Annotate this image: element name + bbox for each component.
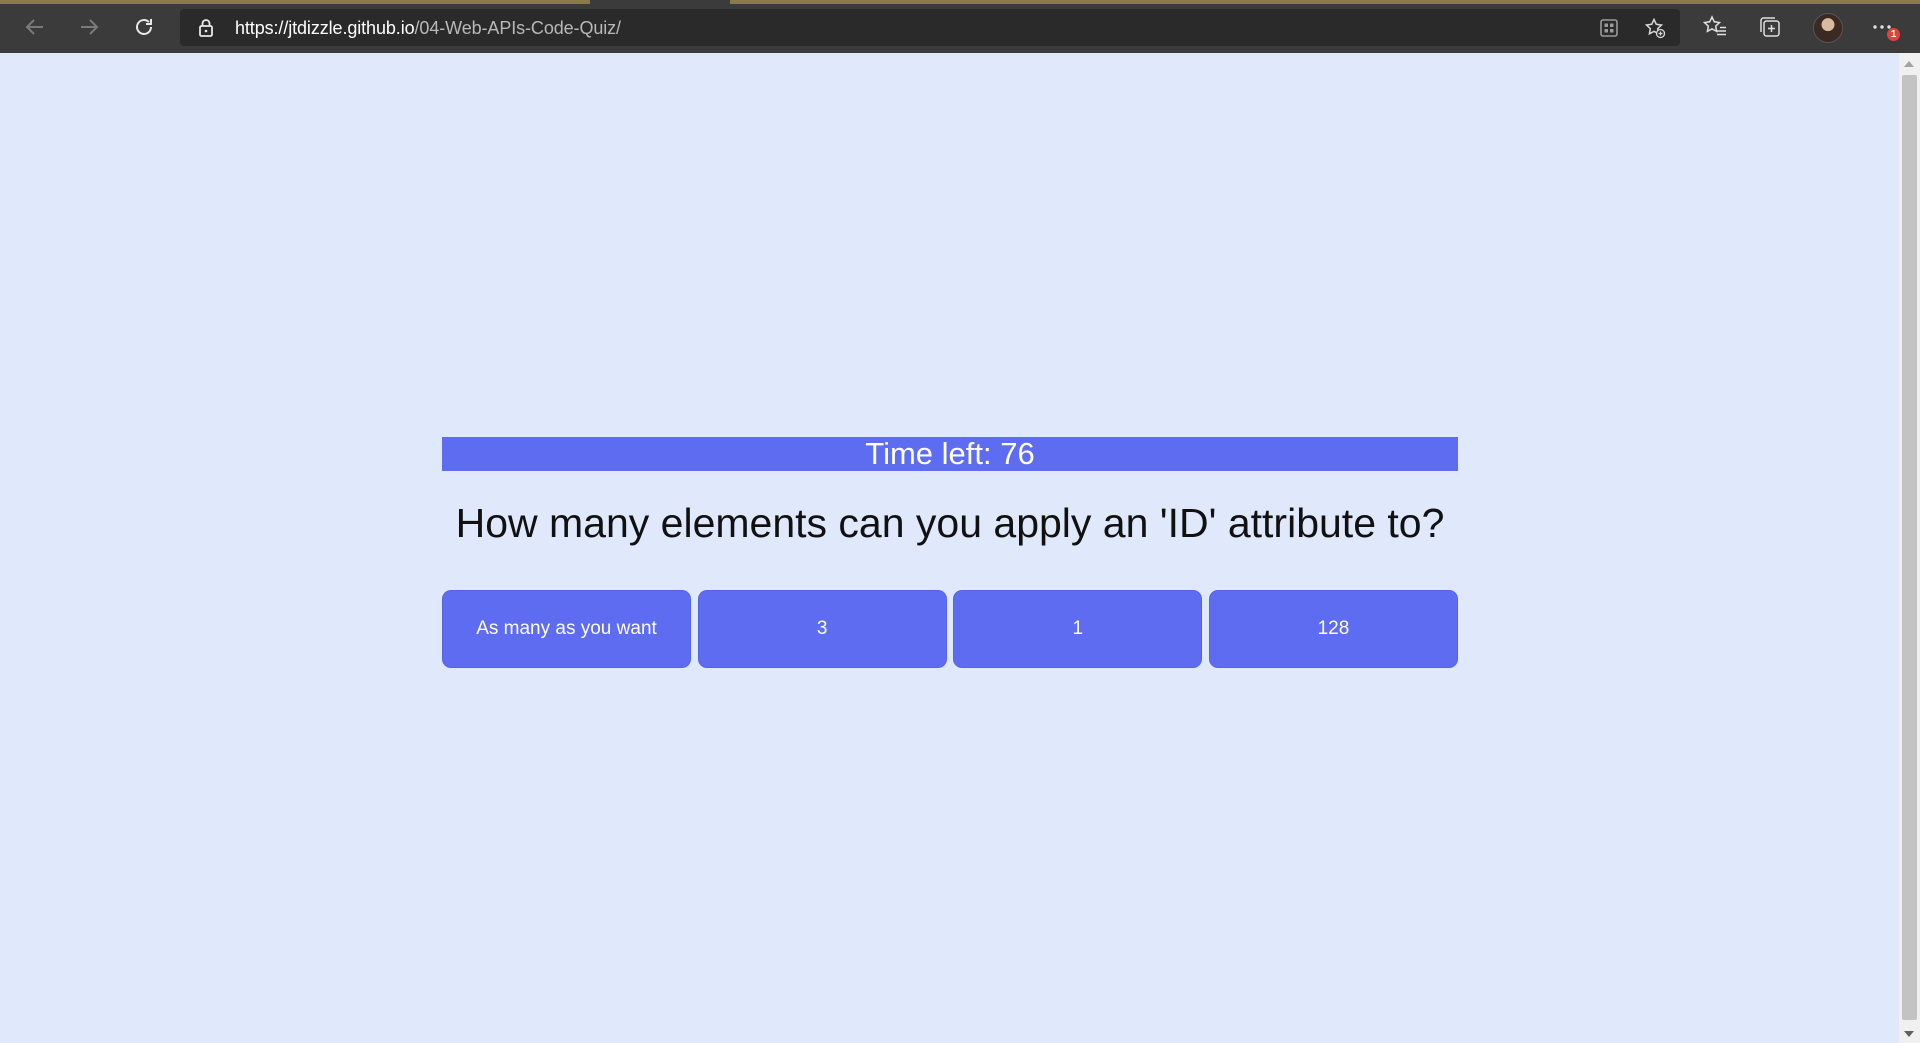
notification-badge: 1 [1887,28,1900,41]
question-text: How many elements can you apply an 'ID' … [455,500,1445,546]
scroll-thumb[interactable] [1902,75,1917,1020]
app-grid-icon[interactable] [1598,17,1620,39]
vertical-scrollbar[interactable] [1899,53,1920,1043]
arrow-left-icon [25,19,43,35]
answer-button[interactable]: 128 [1208,590,1458,668]
scroll-down-arrow-icon[interactable] [1904,1031,1914,1037]
tab-strip-edge [730,0,1920,4]
scroll-up-arrow-icon[interactable] [1904,61,1914,67]
page-content: Time left: 76 How many elements can you … [0,53,1899,1043]
lock-icon[interactable] [198,18,214,37]
quiz-container: Time left: 76 How many elements can you … [442,437,1458,668]
url-host: https://jtdizzle.github.io [235,18,415,38]
answer-list: As many as you want 3 1 128 [442,590,1458,668]
tab-strip-edge [0,0,590,4]
url-path: /04-Web-APIs-Code-Quiz/ [414,18,622,38]
address-bar[interactable]: https://jtdizzle.github.io/04-Web-APIs-C… [180,9,1680,46]
refresh-button[interactable] [127,10,161,44]
collections-icon[interactable] [1757,14,1783,40]
arrow-right-icon [81,19,99,35]
url-text[interactable]: https://jtdizzle.github.io/04-Web-APIs-C… [235,18,621,38]
answer-button[interactable]: As many as you want [442,590,691,668]
forward-button[interactable] [72,10,106,44]
star-add-icon[interactable] [1644,17,1666,39]
favorites-list-icon[interactable] [1702,14,1728,40]
browser-toolbar: https://jtdizzle.github.io/04-Web-APIs-C… [0,0,1920,53]
back-button[interactable] [18,10,52,44]
refresh-icon [136,19,152,35]
answer-button[interactable]: 1 [953,590,1203,668]
timer-bar: Time left: 76 [442,437,1458,471]
answer-button[interactable]: 3 [697,590,947,668]
avatar[interactable] [1813,13,1843,43]
